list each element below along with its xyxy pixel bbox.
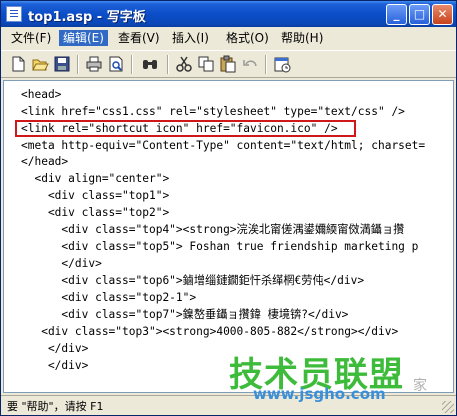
- code-line: <div class="top2-1">: [21, 291, 197, 304]
- code-line: <meta http-equiv="Content-Type" content=…: [21, 139, 426, 152]
- code-line: <link href="css1.css" rel="stylesheet" t…: [21, 105, 405, 118]
- menu-edit[interactable]: 编辑(E): [59, 30, 108, 46]
- toolbar-separator: [131, 55, 133, 74]
- find-icon[interactable]: [141, 55, 159, 73]
- watermark-url: www.jsgho.com: [253, 385, 386, 403]
- menu-file[interactable]: 文件(F): [7, 30, 55, 46]
- menu-help[interactable]: 帮助(H): [277, 30, 327, 46]
- toolbar: [1, 50, 456, 78]
- maximize-button[interactable]: □: [409, 4, 430, 25]
- wordpad-app-icon[interactable]: [6, 6, 22, 22]
- status-text: 要 "帮助"，请按 F1: [7, 400, 104, 413]
- copy-icon[interactable]: [197, 55, 215, 73]
- minimize-button[interactable]: _: [386, 4, 407, 25]
- code-line: <div class="top7">鎳嶅垂鑷ョ攢鍏 棲境锛?</div>: [21, 308, 349, 321]
- menu-bar: 文件(F) 编辑(E) 查看(V) 插入(I) 格式(O) 帮助(H): [1, 28, 456, 48]
- wordpad-window: top1.asp - 写字板 _ □ ✕ 文件(F) 编辑(E) 查看(V) 插…: [0, 0, 457, 416]
- print-icon[interactable]: [85, 55, 103, 73]
- window-title: top1.asp - 写字板: [28, 10, 146, 25]
- title-bar[interactable]: top1.asp - 写字板 _ □ ✕: [1, 1, 456, 27]
- code-line: <div class="top6">鏀增缁鏈鐗鉅忓杀缂棢€劳伅</div>: [21, 274, 365, 287]
- undo-icon[interactable]: [241, 55, 259, 73]
- code-line: <head>: [21, 88, 62, 101]
- code-line: </div>: [21, 359, 89, 372]
- code-line: <div class="top3"><strong>4000-805-882</…: [21, 325, 399, 338]
- open-icon[interactable]: [31, 55, 49, 73]
- code-line: <div align="center">: [21, 172, 170, 185]
- toolbar-separator: [167, 55, 169, 74]
- code-line: <div class="top5"> Foshan true friendshi…: [21, 240, 419, 253]
- date-time-icon[interactable]: [273, 55, 291, 73]
- code-line: <div class="top4"><strong>浣涘北甯傞湡鍙嬭緛甯傚満鑷ョ…: [21, 223, 405, 236]
- status-bar: 要 "帮助"，请按 F1: [1, 395, 456, 415]
- new-icon[interactable]: [9, 55, 27, 73]
- menu-format[interactable]: 格式(O): [222, 30, 273, 46]
- save-icon[interactable]: [53, 55, 71, 73]
- close-button[interactable]: ✕: [432, 4, 453, 25]
- toolbar-separator: [77, 55, 79, 74]
- code-line-highlighted: <link rel="shortcut icon" href="favicon.…: [21, 122, 338, 135]
- code-line: </div>: [21, 257, 102, 270]
- toolbar-separator: [265, 55, 267, 74]
- menu-insert[interactable]: 插入(I): [168, 30, 213, 46]
- resize-grip[interactable]: [442, 401, 454, 413]
- menu-view[interactable]: 查看(V): [114, 30, 164, 46]
- code-line: </head>: [21, 155, 69, 168]
- print-preview-icon[interactable]: [107, 55, 125, 73]
- cut-icon[interactable]: [175, 55, 193, 73]
- paste-icon[interactable]: [219, 55, 237, 73]
- code-line: <div class="top1">: [21, 189, 170, 202]
- code-line: <div class="top2">: [21, 206, 170, 219]
- code-line: </div>: [21, 342, 89, 355]
- watermark-side-text: 家: [413, 378, 427, 394]
